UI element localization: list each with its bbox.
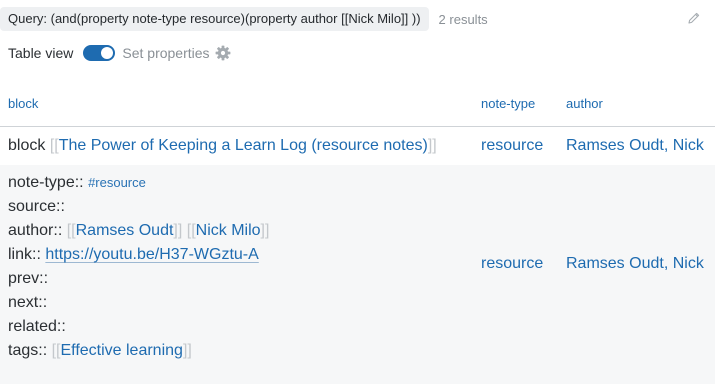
prop-key: next:: (8, 294, 48, 311)
tag-link[interactable]: #resource (88, 175, 146, 190)
link-bracket-close: ]] (182, 342, 192, 359)
prop-key: tags:: (8, 342, 48, 359)
query-text[interactable]: Query: (and(property note-type resource)… (0, 7, 429, 31)
page-link[interactable]: Nick Milo (196, 222, 261, 239)
note-type-cell[interactable]: resource (481, 255, 543, 273)
prop-next: next:: (8, 291, 47, 315)
prop-key: author:: (8, 222, 63, 239)
column-header-block[interactable]: block (8, 96, 38, 111)
prop-prev: prev:: (8, 267, 48, 291)
page-link[interactable]: Effective learning (60, 342, 182, 359)
table-row: block [[The Power of Keeping a Learn Log… (0, 128, 715, 164)
table-view-label: Table view (8, 45, 74, 61)
gear-icon[interactable] (215, 45, 231, 61)
prop-key: related:: (8, 318, 66, 335)
results-count: 2 results (438, 11, 488, 27)
prop-author: author:: [[Ramses Oudt]] [[Nick Milo]] (8, 219, 269, 243)
link-bracket-open: [[ (186, 222, 196, 239)
prop-link: link:: https://youtu.be/H37-WGztu-A (8, 243, 259, 267)
block-cell: block [[The Power of Keeping a Learn Log… (8, 137, 437, 155)
query-bar: Query: (and(property note-type resource)… (0, 7, 488, 31)
prop-key: source:: (8, 198, 65, 215)
note-type-cell[interactable]: resource (481, 137, 543, 155)
external-url[interactable]: https://youtu.be/H37-WGztu-A (45, 246, 258, 263)
link-bracket-close: ]] (260, 222, 270, 239)
prop-key: prev:: (8, 270, 49, 287)
link-bracket-close: ]] (173, 222, 183, 239)
author-cell[interactable]: Ramses Oudt, Nick (566, 137, 704, 155)
page-link[interactable]: Ramses Oudt (76, 222, 174, 239)
block-prefix: block (8, 137, 46, 154)
table-view-toggle[interactable] (83, 45, 116, 61)
prop-key: link:: (8, 246, 41, 263)
table-controls: Table view Set properties (8, 43, 231, 63)
prop-note-type: note-type:: #resource (8, 171, 146, 195)
prop-source: source:: (8, 195, 65, 219)
link-bracket-open: [[ (66, 222, 76, 239)
prop-related: related:: (8, 315, 66, 339)
author-cell[interactable]: Ramses Oudt, Nick (566, 255, 704, 273)
link-bracket-close: ]] (427, 137, 437, 154)
pencil-icon[interactable] (687, 11, 701, 25)
table-row: note-type:: #resource source:: author:: … (0, 165, 715, 384)
set-properties-label[interactable]: Set properties (122, 45, 209, 61)
page-link[interactable]: The Power of Keeping a Learn Log (resour… (59, 137, 428, 154)
prop-key: note-type:: (8, 174, 84, 191)
column-header-author[interactable]: author (566, 96, 603, 111)
prop-tags: tags:: [[Effective learning]] (8, 339, 192, 363)
link-bracket-open: [[ (49, 137, 59, 154)
column-header-note-type[interactable]: note-type (481, 96, 535, 111)
table-header: block note-type author (0, 86, 715, 127)
